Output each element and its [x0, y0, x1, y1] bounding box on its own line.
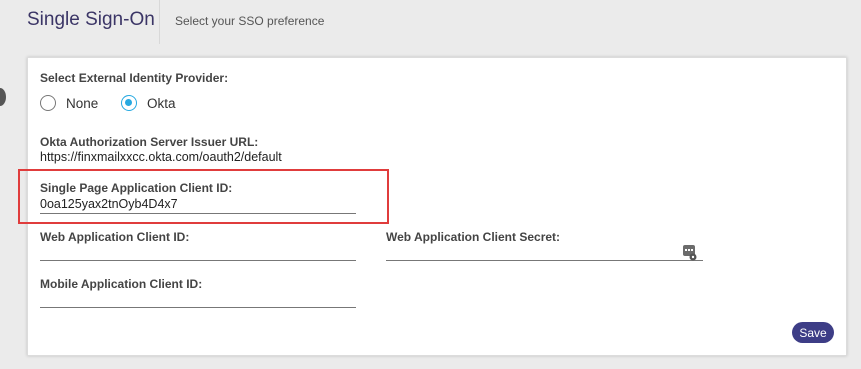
issuer-url-value: https://finxmailxxcc.okta.com/oauth2/def…: [40, 150, 282, 164]
sso-settings-card: Select External Identity Provider: None …: [18, 57, 847, 356]
radio-okta[interactable]: Okta: [121, 95, 176, 111]
web-client-secret-input[interactable]: [386, 244, 676, 260]
spa-client-id-label: Single Page Application Client ID:: [40, 181, 233, 195]
issuer-url-label: Okta Authorization Server Issuer URL:: [40, 135, 259, 149]
radio-none-label[interactable]: None: [66, 96, 98, 111]
key-icon[interactable]: [683, 245, 697, 261]
web-client-secret-label: Web Application Client Secret:: [386, 230, 561, 244]
spa-client-id-underline: [40, 213, 356, 214]
web-client-id-input[interactable]: [40, 244, 356, 260]
idp-label: Select External Identity Provider:: [40, 71, 229, 85]
mobile-client-id-input[interactable]: [40, 291, 356, 307]
web-client-secret-underline: [386, 260, 703, 261]
mobile-client-id-underline: [40, 307, 356, 308]
web-client-id-underline: [40, 260, 356, 261]
radio-okta-label[interactable]: Okta: [147, 96, 176, 111]
web-client-id-label: Web Application Client ID:: [40, 230, 190, 244]
mobile-client-id-label: Mobile Application Client ID:: [40, 277, 203, 291]
page-title: Single Sign-On: [27, 9, 155, 30]
header-divider: [159, 0, 160, 44]
save-button[interactable]: Save: [792, 322, 834, 343]
radio-none-circle[interactable]: [40, 95, 56, 111]
spa-client-id-input[interactable]: [40, 196, 356, 212]
radio-okta-circle[interactable]: [121, 95, 137, 111]
radio-none[interactable]: None: [40, 95, 98, 111]
side-handle[interactable]: [0, 88, 6, 106]
page-header: Single Sign-On Select your SSO preferenc…: [0, 0, 861, 45]
page-subtitle: Select your SSO preference: [175, 14, 325, 28]
